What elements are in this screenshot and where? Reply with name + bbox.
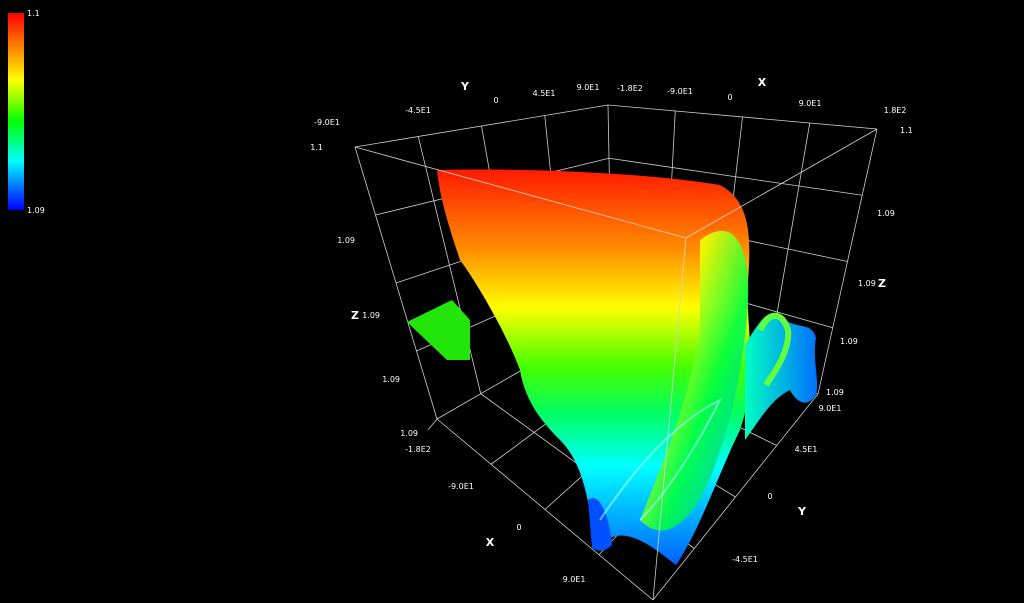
- z-tick-label: 1.09: [840, 337, 858, 346]
- x-tick-label: 0: [727, 93, 732, 102]
- x-tick-label: 0: [516, 523, 521, 532]
- surface-plot-3d[interactable]: -9.0E1 -4.5E1 0 4.5E1 9.0E1 Y -1.8E2 -9.0E1 0 9.0…: [0, 0, 1024, 603]
- y-axis-name-front: Y: [797, 505, 807, 518]
- x-tick-label: -9.0E1: [448, 482, 474, 491]
- z-tick-label: 1.09: [382, 375, 400, 384]
- x-tick-label: -1.8E2: [405, 445, 431, 454]
- y-tick-label: 4.5E1: [533, 89, 556, 98]
- z-tick-label: 1.1: [900, 126, 913, 135]
- x-tick-label: 1.8E2: [884, 106, 907, 115]
- x-tick-label: 9.0E1: [563, 575, 586, 584]
- y-tick-label: 9.0E1: [577, 83, 600, 92]
- y-axis-name: Y: [460, 80, 470, 93]
- x-tick-label: -1.8E2: [617, 84, 643, 93]
- z-tick-label: 1.09: [362, 311, 380, 320]
- z-axis-name: Z: [351, 309, 359, 322]
- y-tick-label: -4.5E1: [405, 106, 431, 115]
- y-tick-label: 9.0E1: [819, 404, 842, 413]
- x-axis-name: X: [758, 76, 767, 89]
- x-axis-name-front: X: [486, 536, 495, 549]
- surface-blue-ridge: [745, 313, 818, 440]
- z-tick-label: 1.09: [826, 388, 844, 397]
- y-tick-label: -4.5E1: [732, 555, 758, 564]
- z-tick-label: 1.09: [400, 429, 418, 438]
- z-tick-label: 1.09: [337, 236, 355, 245]
- y-tick-label: 0: [493, 96, 498, 105]
- z-axis-name-right: Z: [878, 277, 886, 290]
- z-tick-label: 1.09: [858, 279, 876, 288]
- box-edge-front: [685, 128, 878, 239]
- data-surface: [407, 169, 818, 565]
- x-tick-label: 9.0E1: [799, 99, 822, 108]
- y-tick-label: 0: [767, 492, 772, 501]
- y-tick-label: 4.5E1: [795, 445, 818, 454]
- tick-mark: [427, 418, 438, 431]
- z-tick-label: 1.1: [310, 143, 323, 152]
- y-tick-label: -9.0E1: [314, 118, 340, 127]
- x-tick-label: -9.0E1: [667, 87, 693, 96]
- z-tick-label: 1.09: [877, 209, 895, 218]
